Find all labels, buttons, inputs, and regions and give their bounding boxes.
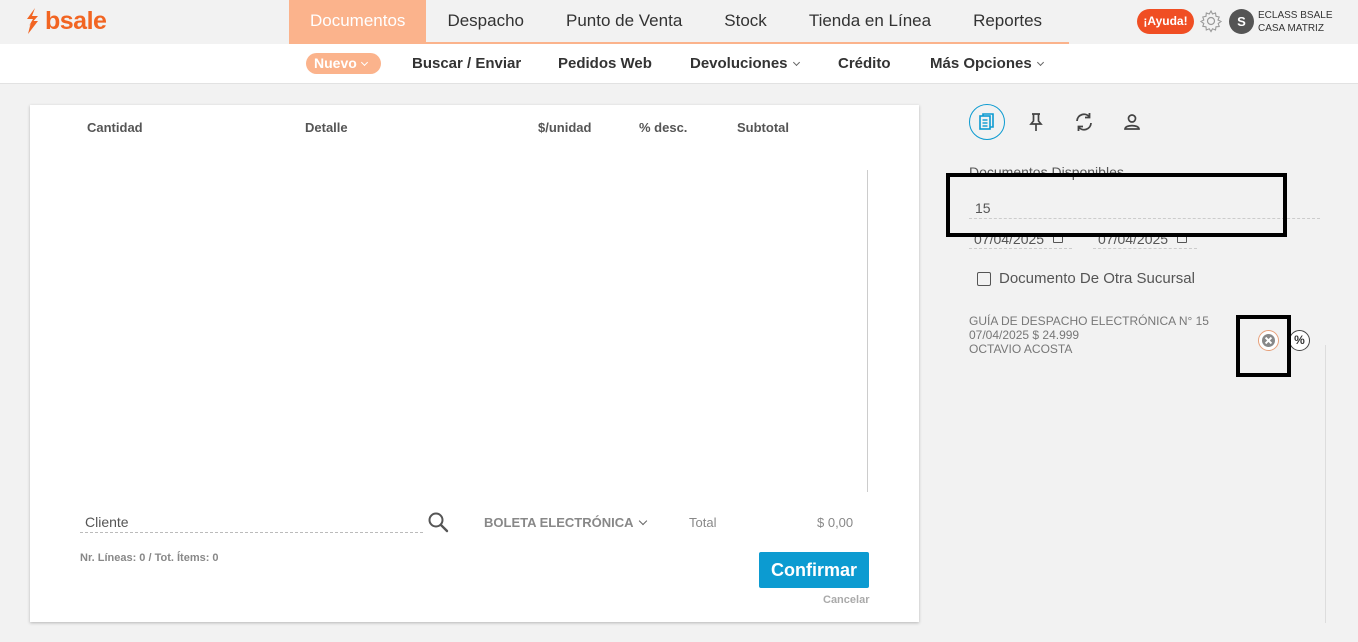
brand-name: bsale <box>45 6 107 35</box>
tab-pin[interactable] <box>1018 104 1054 140</box>
tab-sync[interactable] <box>1066 104 1102 140</box>
highlight-box <box>946 173 1287 237</box>
account-info[interactable]: ECLASS BSALE CASA MATRIZ <box>1258 9 1332 35</box>
chevron-down-icon <box>1036 58 1044 67</box>
chevron-down-icon <box>638 516 647 526</box>
client-placeholder: Cliente <box>85 514 129 530</box>
devoluciones-label: Devoluciones <box>690 55 788 72</box>
confirm-button[interactable]: Confirmar <box>759 552 869 588</box>
user-icon <box>1124 114 1140 130</box>
top-bar: bsale Documentos Despacho Punto de Venta… <box>0 0 1358 44</box>
document-date-amount: 07/04/2025 $ 24.999 <box>969 328 1080 342</box>
account-branch: CASA MATRIZ <box>1258 23 1324 34</box>
subnav-pedidos-web[interactable]: Pedidos Web <box>558 55 652 72</box>
nav-tienda-en-linea[interactable]: Tienda en Línea <box>788 0 952 42</box>
chevron-down-icon <box>792 58 800 67</box>
main-nav: Documentos Despacho Punto de Venta Stock… <box>289 0 1063 42</box>
highlight-box <box>1236 315 1291 377</box>
total-value: $ 0,00 <box>817 515 854 530</box>
pin-icon <box>1029 113 1043 131</box>
account-name: ECLASS BSALE <box>1258 10 1333 21</box>
avatar[interactable]: S <box>1229 9 1254 34</box>
search-icon[interactable] <box>427 511 449 533</box>
col-subtotal: Subtotal <box>737 120 789 135</box>
col-detalle: Detalle <box>305 120 348 135</box>
mas-opciones-label: Más Opciones <box>930 55 1032 72</box>
sync-icon <box>1076 113 1092 131</box>
discount-button[interactable]: % <box>1289 330 1310 351</box>
document-client: OCTAVIO ACOSTA <box>969 342 1073 356</box>
gear-icon[interactable] <box>1199 9 1223 33</box>
table-scrollbar[interactable] <box>867 170 868 492</box>
tab-user[interactable] <box>1114 104 1150 140</box>
documents-icon <box>979 113 994 130</box>
document-panel: Cantidad Detalle $/unidad % desc. Subtot… <box>30 105 919 622</box>
client-input[interactable]: Cliente <box>80 511 423 533</box>
available-document-item[interactable]: GUÍA DE DESPACHO ELECTRÓNICA N° 15 07/04… <box>969 314 1209 356</box>
col-precio-unidad: $/unidad <box>538 120 592 135</box>
subnav-devoluciones[interactable]: Devoluciones <box>690 55 800 72</box>
nav-reportes[interactable]: Reportes <box>952 0 1063 42</box>
side-scrollbar[interactable] <box>1325 345 1326 623</box>
document-title: GUÍA DE DESPACHO ELECTRÓNICA N° 15 <box>969 314 1209 328</box>
col-descuento: % desc. <box>639 120 688 135</box>
subnav-mas-opciones[interactable]: Más Opciones <box>930 55 1044 72</box>
nav-punto-de-venta[interactable]: Punto de Venta <box>545 0 703 42</box>
nuevo-label: Nuevo <box>314 55 357 71</box>
nav-documentos[interactable]: Documentos <box>289 0 427 42</box>
cancel-link[interactable]: Cancelar <box>823 594 869 606</box>
tab-documents[interactable] <box>969 104 1005 140</box>
bsale-logo[interactable]: bsale <box>24 6 107 36</box>
bsale-logo-icon <box>27 8 38 34</box>
total-label: Total <box>689 515 717 530</box>
sub-nav: Nuevo Buscar / Enviar Pedidos Web Devolu… <box>0 44 1358 84</box>
other-branch-label[interactable]: Documento De Otra Sucursal <box>999 270 1195 287</box>
doc-type-select[interactable]: BOLETA ELECTRÓNICA <box>484 515 647 530</box>
lines-count: Nr. Líneas: 0 / Tot. Ítems: 0 <box>80 552 219 564</box>
nav-despacho[interactable]: Despacho <box>426 0 545 42</box>
subnav-buscar-enviar[interactable]: Buscar / Enviar <box>412 55 521 72</box>
other-branch-checkbox[interactable] <box>977 272 991 286</box>
doc-type-label: BOLETA ELECTRÓNICA <box>484 515 634 530</box>
nav-stock[interactable]: Stock <box>703 0 788 42</box>
help-button[interactable]: ¡Ayuda! <box>1137 9 1194 34</box>
chevron-down-icon <box>360 58 368 67</box>
subnav-credito[interactable]: Crédito <box>838 55 891 72</box>
nuevo-dropdown[interactable]: Nuevo <box>306 53 381 74</box>
col-cantidad: Cantidad <box>87 120 143 135</box>
